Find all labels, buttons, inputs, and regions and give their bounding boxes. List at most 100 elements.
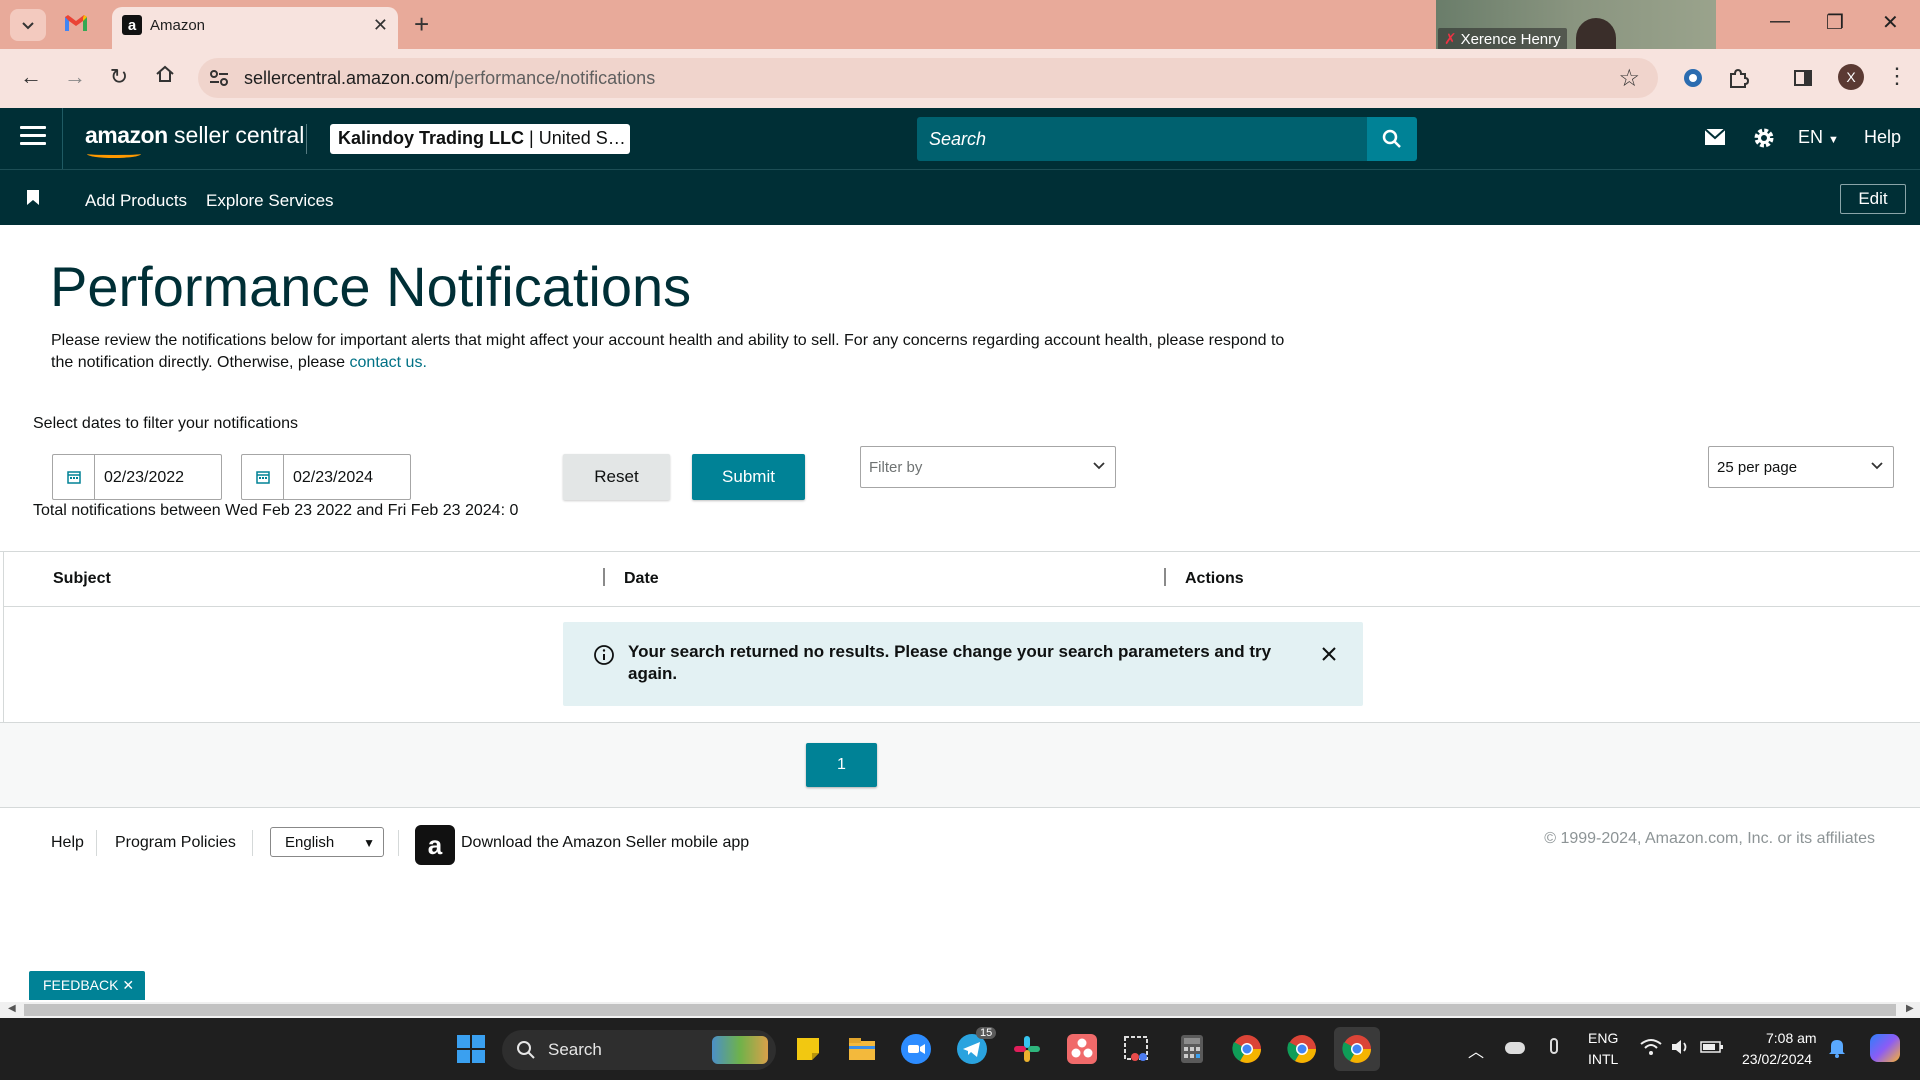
forward-button[interactable]: → [60, 64, 90, 90]
explore-services-link[interactable]: Explore Services [206, 191, 334, 211]
account-switcher[interactable]: Kalindoy Trading LLC | United S… [330, 124, 630, 154]
onedrive-icon[interactable] [1505, 1042, 1525, 1054]
slack-icon[interactable] [1011, 1033, 1043, 1065]
search-icon [1382, 129, 1401, 148]
horizontal-scrollbar[interactable]: ◀ ▶ [0, 1002, 1920, 1018]
show-hidden-icons[interactable]: ︿ [1468, 1038, 1484, 1062]
edit-bookmarks-button[interactable]: Edit [1840, 184, 1906, 214]
bookmark-icon[interactable] [27, 190, 39, 205]
notification-bell-icon[interactable] [1828, 1038, 1846, 1058]
calendar-icon[interactable] [53, 455, 95, 499]
new-tab-button[interactable]: + [414, 10, 429, 38]
side-panel-icon[interactable] [1790, 65, 1816, 91]
close-tab-icon[interactable]: ✕ [373, 15, 388, 36]
battery-icon[interactable] [1700, 1039, 1724, 1055]
scrollbar-thumb[interactable] [24, 1004, 1896, 1016]
column-subject[interactable]: Subject [53, 570, 111, 588]
restore-button[interactable]: ❐ [1826, 10, 1844, 35]
caret-down-icon: ▼ [1828, 134, 1839, 146]
mail-icon [1704, 128, 1726, 145]
close-window-button[interactable]: ✕ [1882, 10, 1899, 35]
end-date-input[interactable]: 02/23/2024 [241, 454, 411, 500]
zoom-video-thumbnail[interactable]: ✗ Xerence Henry [1436, 0, 1716, 52]
per-page-select[interactable]: 25 per page [1708, 446, 1894, 488]
browser-menu-icon[interactable]: ⋮ [1886, 63, 1908, 89]
chrome-profile-1-icon[interactable] [1231, 1033, 1263, 1065]
wifi-icon[interactable] [1640, 1038, 1662, 1056]
close-alert-icon[interactable] [1319, 644, 1339, 664]
clock-time[interactable]: 7:08 am [1766, 1030, 1817, 1046]
input-language-top[interactable]: ENG [1588, 1030, 1618, 1046]
browser-toolbar: ← → ↻ sellercentral.amazon.com/performan… [0, 49, 1920, 108]
start-date-input[interactable]: 02/23/2022 [52, 454, 222, 500]
table-header: Subject Date Actions [4, 552, 1920, 607]
footer-help-link[interactable]: Help [51, 834, 84, 852]
browser-tab-strip: a Amazon ✕ + ✗ Xerence Henry — ❐ ✕ [0, 0, 1920, 52]
feedback-button[interactable]: FEEDBACK ✕ [29, 971, 145, 1000]
column-date[interactable]: Date [624, 570, 659, 588]
scroll-left-icon[interactable]: ◀ [8, 1003, 16, 1014]
asana-icon[interactable] [1066, 1033, 1098, 1065]
no-results-alert: Your search returned no results. Please … [563, 622, 1363, 706]
header-search-input[interactable]: Search [917, 117, 1367, 161]
calendar-icon[interactable] [242, 455, 284, 499]
windows-taskbar: Search 15 ︿ ENG INTL 7:08 am 23/02/2024 [0, 1018, 1920, 1080]
bookmark-star-icon[interactable]: ☆ [1618, 64, 1640, 93]
amazon-favicon-icon: a [122, 15, 142, 35]
windows-start-icon[interactable] [455, 1033, 487, 1065]
filter-by-select[interactable]: Filter by [860, 446, 1116, 488]
scroll-right-icon[interactable]: ▶ [1906, 1003, 1914, 1014]
search-placeholder: Search [929, 129, 987, 149]
add-products-link[interactable]: Add Products [85, 191, 187, 211]
back-button[interactable]: ← [16, 64, 46, 90]
page-description: Please review the notifications below fo… [51, 332, 1285, 371]
filter-label: Select dates to filter your notification… [33, 415, 299, 432]
messages-button[interactable] [1704, 128, 1726, 151]
hamburger-menu-icon[interactable] [20, 126, 46, 146]
header-search-button[interactable] [1367, 117, 1417, 161]
profile-avatar[interactable]: X [1838, 64, 1864, 90]
footer-language-select[interactable]: English ▼ [270, 827, 384, 857]
chrome-active-window[interactable] [1334, 1027, 1380, 1071]
copilot-icon[interactable] [1870, 1034, 1900, 1062]
snipping-tool-icon[interactable] [1121, 1033, 1153, 1065]
taskbar-search[interactable]: Search [502, 1030, 776, 1070]
amazon-app-icon[interactable]: a [415, 825, 455, 865]
extension-icon[interactable] [1680, 65, 1706, 91]
microphone-icon[interactable] [1550, 1038, 1558, 1054]
page-1-button[interactable]: 1 [806, 743, 877, 787]
gmail-tab[interactable] [64, 14, 92, 36]
active-tab[interactable]: a Amazon ✕ [112, 7, 398, 49]
language-switcher[interactable]: EN ▼ [1798, 127, 1839, 148]
submit-button[interactable]: Submit [692, 454, 805, 500]
column-actions[interactable]: Actions [1185, 570, 1244, 588]
sticky-notes-icon[interactable] [792, 1033, 824, 1065]
reload-button[interactable]: ↻ [104, 64, 134, 90]
reset-button[interactable]: Reset [563, 454, 670, 500]
volume-icon[interactable] [1670, 1038, 1692, 1056]
home-button[interactable] [150, 64, 180, 90]
calculator-icon[interactable] [1176, 1033, 1208, 1065]
extensions-puzzle-icon[interactable] [1725, 65, 1751, 91]
column-separator [1164, 568, 1166, 586]
zoom-app-icon[interactable] [900, 1033, 932, 1065]
settings-button[interactable] [1752, 126, 1776, 155]
seller-central-logo[interactable]: amazon seller central [85, 122, 304, 158]
file-explorer-icon[interactable] [846, 1033, 878, 1065]
chrome-profile-2-icon[interactable] [1286, 1033, 1318, 1065]
telegram-icon[interactable]: 15 [956, 1027, 997, 1065]
download-app-link[interactable]: Download the Amazon Seller mobile app [461, 834, 749, 852]
input-language-bottom[interactable]: INTL [1588, 1051, 1618, 1067]
site-info-icon[interactable] [208, 67, 230, 89]
clock-date[interactable]: 23/02/2024 [1742, 1051, 1812, 1067]
address-bar[interactable]: sellercentral.amazon.com/performance/not… [198, 58, 1658, 98]
home-icon [156, 65, 174, 82]
contact-us-link[interactable]: contact us. [350, 354, 427, 371]
page-title: Performance Notifications [50, 255, 692, 318]
program-policies-link[interactable]: Program Policies [115, 834, 236, 852]
telegram-badge: 15 [976, 1027, 997, 1039]
participant-video [1576, 18, 1616, 52]
minimize-button[interactable]: — [1770, 10, 1790, 33]
tab-search-button[interactable] [10, 9, 46, 41]
help-link[interactable]: Help [1864, 127, 1901, 148]
